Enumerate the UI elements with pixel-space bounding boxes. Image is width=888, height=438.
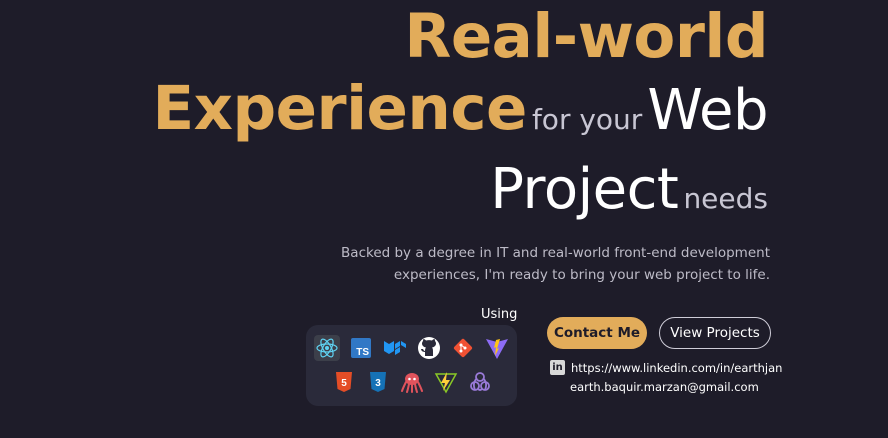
css3-text: 3 <box>375 378 381 389</box>
hero-line-2: Experience for your Web <box>152 78 768 156</box>
html5-text: 5 <box>341 378 347 389</box>
using-label: Using <box>481 307 518 322</box>
css3-icon: 3 <box>365 369 391 395</box>
linkedin-url[interactable]: https://www.linkedin.com/in/earthjan <box>571 361 782 375</box>
tech-stack-panel: TS 5 3 <box>306 325 517 406</box>
contact-me-button[interactable]: Contact Me <box>547 317 647 349</box>
hero-needs: needs <box>683 182 768 215</box>
zustand-bolt-icon <box>433 369 459 395</box>
hero-line-3: Project needs <box>152 162 768 232</box>
git-icon <box>450 335 476 361</box>
hero-real-world: Real-world <box>404 1 768 72</box>
linkedin-icon: in <box>550 360 565 375</box>
octopus-icon <box>399 369 425 395</box>
linkedin-contact[interactable]: in https://www.linkedin.com/in/earthjan <box>550 360 782 375</box>
view-projects-button[interactable]: View Projects <box>659 317 771 349</box>
tech-row-1: TS <box>306 335 517 361</box>
email-address[interactable]: earth.baquir.marzan@gmail.com <box>570 380 759 394</box>
react-icon <box>313 335 340 361</box>
typescript-icon: TS <box>348 335 374 361</box>
vite-icon <box>484 335 510 361</box>
hero-for-your: for your <box>531 103 643 136</box>
hero-project: Project <box>490 157 679 222</box>
redux-icon <box>467 369 493 395</box>
html5-icon: 5 <box>331 369 357 395</box>
github-icon <box>416 335 442 361</box>
hero-heading: Real-world Experience for your Web Proje… <box>152 6 768 232</box>
hero-web: Web <box>647 78 768 143</box>
hero-description: Backed by a degree in IT and real-world … <box>341 245 770 283</box>
tech-row-2: 5 3 <box>306 369 517 395</box>
ts-text: TS <box>356 347 369 358</box>
hero-experience: Experience <box>152 73 527 144</box>
hero-line-1: Real-world <box>152 6 768 74</box>
material-ui-icon <box>382 335 408 361</box>
